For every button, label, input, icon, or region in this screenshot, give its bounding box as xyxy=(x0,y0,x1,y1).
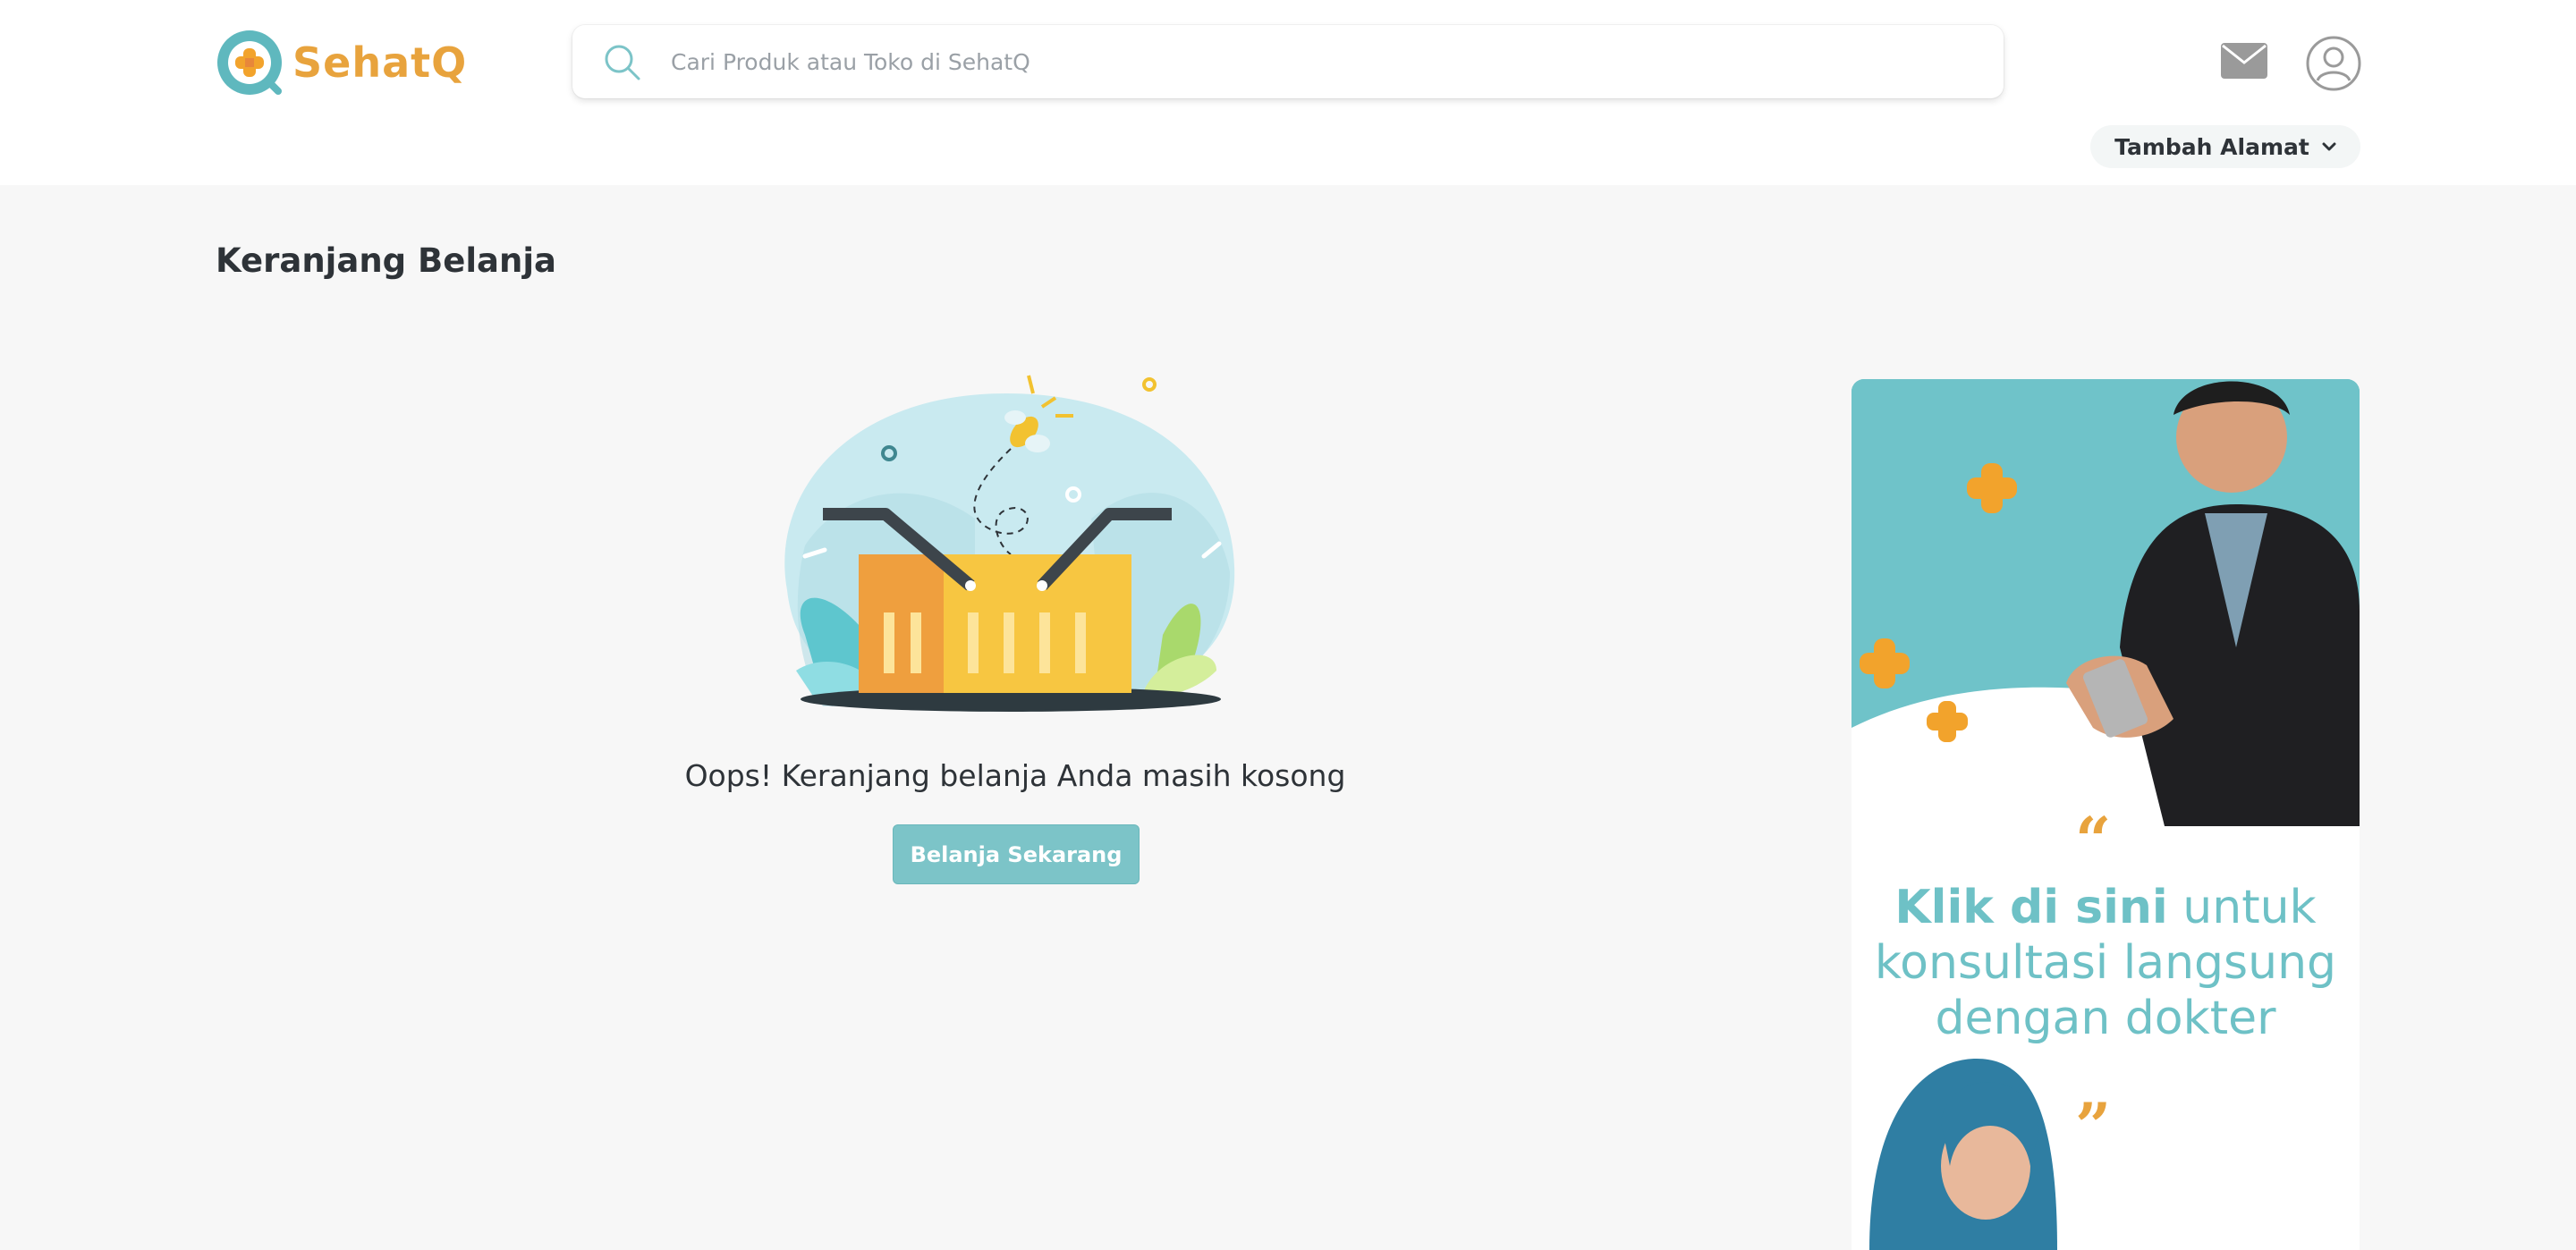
close-quote-mark: ” xyxy=(2075,1089,2111,1163)
top-header: SehatQ Tambah Alamat xyxy=(0,0,2576,185)
shop-now-button[interactable]: Belanja Sekarang xyxy=(893,824,1140,884)
open-quote-mark: “ xyxy=(2075,803,2111,877)
brand-name: SehatQ xyxy=(292,38,468,87)
banner-headline-bold: Klik di sini xyxy=(1894,881,2168,934)
add-address-label: Tambah Alamat xyxy=(2114,133,2309,160)
sehatq-logo-icon xyxy=(217,30,282,95)
user-account-icon[interactable] xyxy=(2306,36,2361,91)
search-bar[interactable] xyxy=(572,25,2004,98)
chevron-down-icon xyxy=(2322,142,2336,151)
search-input[interactable] xyxy=(671,25,1977,98)
mail-icon[interactable] xyxy=(2221,43,2267,79)
banner-headline-rest: untuk xyxy=(2167,881,2317,934)
add-address-dropdown[interactable]: Tambah Alamat xyxy=(2090,125,2360,168)
page-title: Keranjang Belanja xyxy=(216,241,556,280)
banner-headline-line2: konsultasi langsung xyxy=(1874,936,2337,990)
search-icon[interactable] xyxy=(603,43,642,82)
banner-headline-line3: dengan dokter xyxy=(1935,992,2276,1045)
banner-background-art: “ ” xyxy=(1852,379,2360,1250)
consultation-banner[interactable]: “ ” Klik di sini untuk konsultasi langsu… xyxy=(1852,379,2360,1250)
empty-basket-illustration xyxy=(784,375,1235,712)
empty-cart-message: Oops! Keranjang belanja Anda masih koson… xyxy=(684,758,1346,793)
banner-headline: Klik di sini untuk konsultasi langsung d… xyxy=(1852,880,2360,1046)
sehatq-logo[interactable]: SehatQ xyxy=(216,29,467,97)
